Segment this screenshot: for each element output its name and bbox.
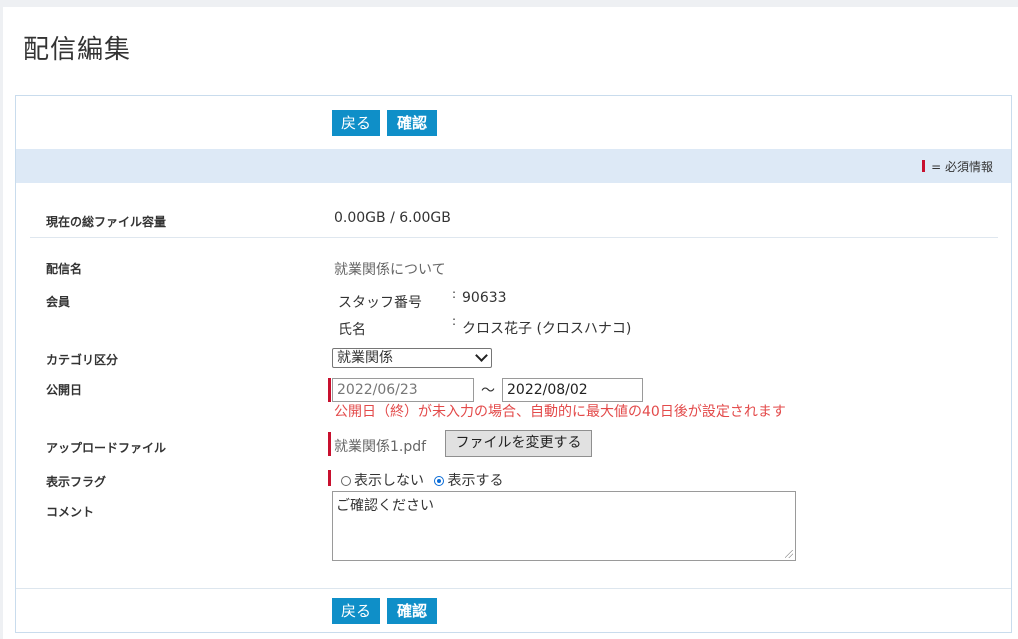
radio-hide[interactable]: 表示しない (341, 473, 424, 489)
resize-grip-icon[interactable] (785, 550, 793, 558)
category-selected-value: 就業関係 (337, 350, 393, 366)
category-label: カテゴリ区分 (46, 353, 119, 367)
publish-end-date-input[interactable]: 2022/08/02 (502, 378, 643, 402)
member-label: 会員 (46, 295, 71, 309)
publish-date-warning: 公開日（終）が未入力の場合、自動的に最大値の40日後が設定されます (334, 404, 786, 420)
category-select[interactable]: 就業関係 (332, 348, 492, 368)
confirm-button-bottom[interactable]: 確認 (387, 598, 437, 624)
storage-label: 現在の総ファイル容量 (46, 215, 167, 229)
divider (30, 237, 998, 238)
radio-unchecked-icon (341, 476, 351, 486)
storage-value: 0.00GB / 6.00GB (334, 210, 451, 226)
comment-label: コメント (46, 505, 95, 519)
page: 配信編集 戻る 確認 = 必須情報 現在の総ファイル容量 0.00GB / 6.… (3, 7, 1018, 639)
required-indicator (328, 432, 331, 456)
bottom-button-row: 戻る 確認 (16, 588, 1011, 633)
display-flag-options: 表示しない 表示する (341, 470, 503, 490)
edit-form-panel: 戻る 確認 = 必須情報 現在の総ファイル容量 0.00GB / 6.00GB … (15, 95, 1012, 633)
radio-show-label: 表示する (447, 473, 504, 489)
radio-checked-icon (434, 476, 445, 486)
display-flag-label: 表示フラグ (46, 475, 107, 489)
staff-number-separator: : (452, 287, 457, 301)
confirm-button-top[interactable]: 確認 (387, 110, 437, 136)
upload-file-label: アップロードファイル (46, 441, 167, 455)
required-indicator (328, 378, 331, 402)
required-indicator (328, 470, 331, 486)
page-title: 配信編集 (23, 35, 132, 65)
required-legend: = 必須情報 (922, 158, 993, 175)
delivery-name-label: 配信名 (46, 262, 83, 276)
back-button-top[interactable]: 戻る (332, 110, 380, 136)
comment-text: ご確認ください (336, 498, 434, 514)
member-name-label: 氏名 (338, 322, 366, 338)
delivery-name-value: 就業関係について (334, 262, 446, 278)
upload-filename: 就業関係1.pdf (334, 436, 426, 456)
back-button-bottom[interactable]: 戻る (332, 598, 380, 624)
required-legend-text: = 必須情報 (931, 160, 993, 174)
top-button-row: 戻る 確認 (16, 96, 1011, 148)
change-file-button[interactable]: ファイルを変更する (445, 430, 592, 457)
member-name-separator: : (452, 314, 457, 328)
staff-number-label: スタッフ番号 (338, 295, 422, 311)
uploaded-filename: 就業関係1.pdf (334, 439, 427, 455)
member-name-value: クロス花子 (クロスハナコ) (462, 321, 632, 337)
date-range-separator: 〜 (481, 383, 495, 399)
publish-start-date-input[interactable]: 2022/06/23 (332, 378, 474, 402)
required-mark-icon (922, 160, 926, 172)
comment-textarea[interactable]: ご確認ください (332, 491, 796, 561)
staff-number-value: 90633 (462, 290, 507, 306)
publish-date-label: 公開日 (46, 383, 83, 397)
radio-show[interactable]: 表示する (434, 473, 503, 489)
radio-hide-label: 表示しない (354, 473, 424, 489)
required-info-bar: = 必須情報 (16, 149, 1011, 183)
chevron-down-icon (475, 349, 488, 362)
